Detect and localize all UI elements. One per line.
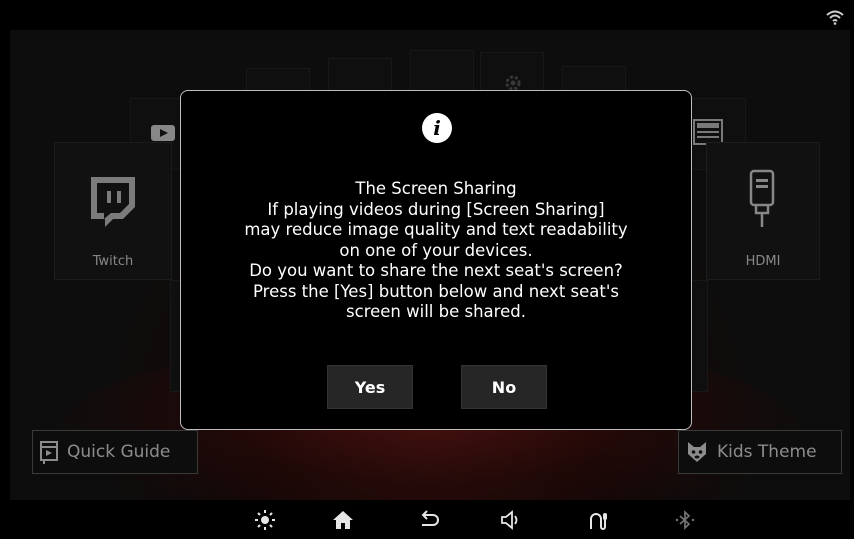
dialog-text-line: may reduce image quality and text readab… bbox=[244, 220, 628, 239]
volume-icon[interactable] bbox=[500, 509, 522, 531]
dialog-text-line: on one of your devices. bbox=[339, 240, 533, 260]
yes-button[interactable]: Yes bbox=[327, 365, 413, 409]
infotainment-screen: Twitch HDMI Quick Guide Kids Theme i The… bbox=[10, 8, 850, 539]
dialog-text-line: screen will be shared. bbox=[346, 302, 526, 321]
dialog-text-line: Do you want to share the next seat's scr… bbox=[249, 261, 623, 280]
dialog-title: The Screen Sharing bbox=[355, 179, 517, 198]
dialog-text-line: If playing videos during [Screen Sharing… bbox=[267, 199, 605, 219]
home-icon[interactable] bbox=[332, 509, 354, 531]
screen-sharing-dialog: i The Screen Sharing If playing videos d… bbox=[180, 90, 692, 430]
bottom-navigation-bar bbox=[10, 500, 850, 539]
voice-assistant-icon[interactable] bbox=[588, 509, 610, 531]
dialog-text-line: Press the [Yes] button below and next se… bbox=[252, 281, 619, 301]
wifi-icon bbox=[826, 10, 844, 25]
info-icon: i bbox=[422, 113, 452, 143]
moon-icon[interactable] bbox=[168, 509, 190, 531]
status-bar bbox=[10, 8, 850, 30]
brightness-icon[interactable] bbox=[254, 509, 276, 531]
no-button[interactable]: No bbox=[461, 365, 547, 409]
dialog-message: The Screen Sharing If playing videos dur… bbox=[191, 179, 681, 323]
bluetooth-icon[interactable] bbox=[674, 509, 696, 531]
back-icon[interactable] bbox=[418, 509, 440, 531]
